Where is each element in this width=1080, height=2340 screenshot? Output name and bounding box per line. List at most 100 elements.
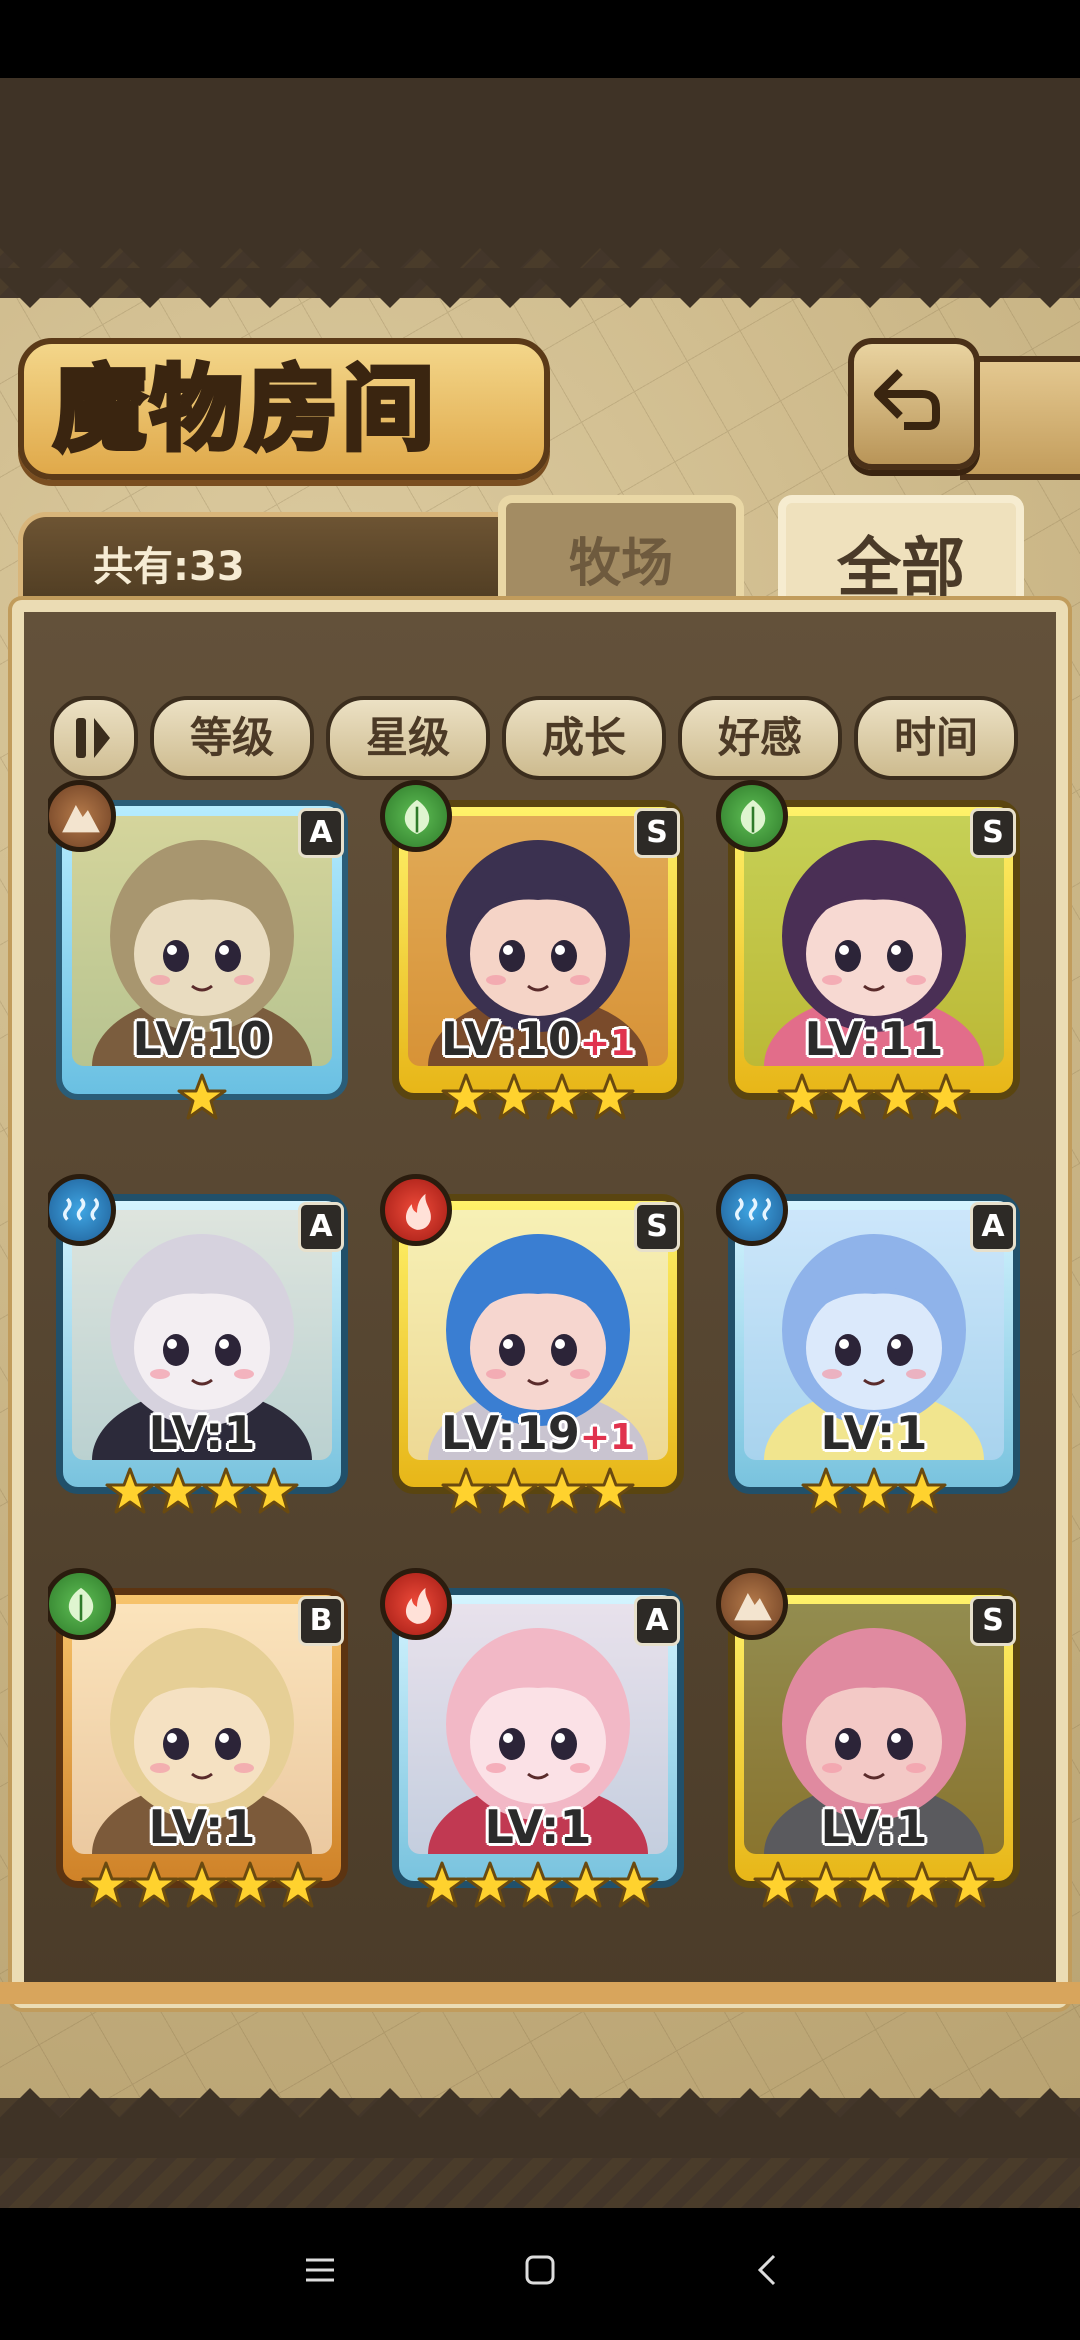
star-rating [720, 1072, 1028, 1132]
sort-by-stars-button[interactable]: 星级 [326, 696, 490, 780]
monster-card[interactable]: S LV:1 [716, 1568, 1028, 1924]
star-icon [201, 1467, 251, 1514]
monster-card[interactable]: A LV:1 [380, 1568, 692, 1924]
star-icon [177, 1073, 227, 1120]
level-text: LV:1 [820, 1406, 928, 1460]
star-icon [489, 1073, 539, 1120]
star-icon [897, 1861, 947, 1908]
rank-badge: A [298, 808, 344, 858]
star-icon [753, 1861, 803, 1908]
star-icon [465, 1861, 515, 1908]
star-icon [105, 1467, 155, 1514]
star-icon [441, 1467, 491, 1514]
star-icon [489, 1467, 539, 1514]
star-icon [777, 1073, 827, 1120]
star-icon [897, 1467, 947, 1514]
monster-card[interactable]: A LV:10 [48, 780, 356, 1136]
earth-element-icon [716, 1568, 788, 1640]
system-nav-bar [0, 2208, 1080, 2340]
star-icon [153, 1467, 203, 1514]
level-text: LV:10 [132, 1012, 272, 1066]
star-icon [537, 1467, 587, 1514]
sort-order-toggle[interactable] [50, 696, 138, 780]
panel-bottom-trim [0, 1982, 1080, 2004]
sort-by-time-button[interactable]: 时间 [854, 696, 1018, 780]
rank-badge: A [634, 1596, 680, 1646]
monster-level: LV:11 [720, 1012, 1028, 1066]
water-element-icon [716, 1174, 788, 1246]
star-icon [849, 1861, 899, 1908]
zigzag-map-edge [0, 268, 1080, 308]
star-icon [873, 1073, 923, 1120]
star-icon [225, 1861, 275, 1908]
star-icon [585, 1073, 635, 1120]
monster-level: LV:19+1 [384, 1406, 692, 1460]
top-band [0, 78, 1080, 248]
star-icon [921, 1073, 971, 1120]
rank-badge: S [970, 808, 1016, 858]
monster-card[interactable]: A LV:1 [716, 1174, 1028, 1530]
star-icon [273, 1861, 323, 1908]
star-rating [384, 1860, 692, 1920]
star-icon [537, 1073, 587, 1120]
star-icon [129, 1861, 179, 1908]
monster-card[interactable]: S LV:19+1 [380, 1174, 692, 1530]
fire-element-icon [380, 1174, 452, 1246]
rank-badge: S [970, 1596, 1016, 1646]
monster-level: LV:1 [384, 1800, 692, 1854]
monster-level: LV:1 [720, 1406, 1028, 1460]
star-rating [720, 1860, 1028, 1920]
star-icon [249, 1467, 299, 1514]
monster-level: LV:1 [48, 1406, 356, 1460]
rank-badge: A [970, 1202, 1016, 1252]
sort-order-icon [76, 718, 110, 758]
level-bonus: +1 [579, 1023, 636, 1064]
level-text: LV:1 [148, 1406, 256, 1460]
star-icon [513, 1861, 563, 1908]
star-rating [48, 1466, 356, 1526]
back-icon[interactable] [748, 2250, 788, 2290]
status-bar [0, 0, 1080, 78]
star-icon [561, 1861, 611, 1908]
fire-element-icon [380, 1568, 452, 1640]
level-text: LV:1 [820, 1800, 928, 1854]
sort-by-growth-button[interactable]: 成长 [502, 696, 666, 780]
monster-level: LV:10+1 [384, 1012, 692, 1066]
star-rating [384, 1072, 692, 1132]
page-title: 魔物房间 [51, 353, 439, 466]
star-icon [801, 1467, 851, 1514]
home-icon[interactable] [520, 2250, 560, 2290]
level-text: LV:11 [804, 1012, 944, 1066]
level-text: LV:10 [440, 1012, 580, 1066]
monster-level: LV:1 [720, 1800, 1028, 1854]
monster-card[interactable]: S LV:10+1 [380, 780, 692, 1136]
sort-by-level-button[interactable]: 等级 [150, 696, 314, 780]
star-icon [441, 1073, 491, 1120]
wood-element-icon [380, 780, 452, 852]
monster-card[interactable]: S LV:11 [716, 780, 1028, 1136]
star-rating [720, 1466, 1028, 1526]
star-icon [825, 1073, 875, 1120]
rank-badge: S [634, 1202, 680, 1252]
back-arrow-icon [874, 369, 940, 430]
monster-level: LV:10 [48, 1012, 356, 1066]
star-icon [417, 1861, 467, 1908]
level-bonus: +1 [579, 1417, 636, 1458]
back-button[interactable] [848, 338, 980, 470]
star-icon [849, 1467, 899, 1514]
star-icon [177, 1861, 227, 1908]
star-icon [585, 1467, 635, 1514]
level-text: LV:1 [148, 1800, 256, 1854]
menu-icon[interactable] [300, 2250, 340, 2290]
monster-card[interactable]: B LV:1 [48, 1568, 356, 1924]
star-rating [48, 1860, 356, 1920]
page-title-plate: 魔物房间 [18, 338, 550, 480]
zigzag-border-bottom [0, 2088, 1080, 2158]
sort-by-affection-button[interactable]: 好感 [678, 696, 842, 780]
monster-card[interactable]: A LV:1 [48, 1174, 356, 1530]
star-icon [81, 1861, 131, 1908]
rank-badge: B [298, 1596, 344, 1646]
wood-element-icon [716, 780, 788, 852]
rank-badge: S [634, 808, 680, 858]
monster-level: LV:1 [48, 1800, 356, 1854]
